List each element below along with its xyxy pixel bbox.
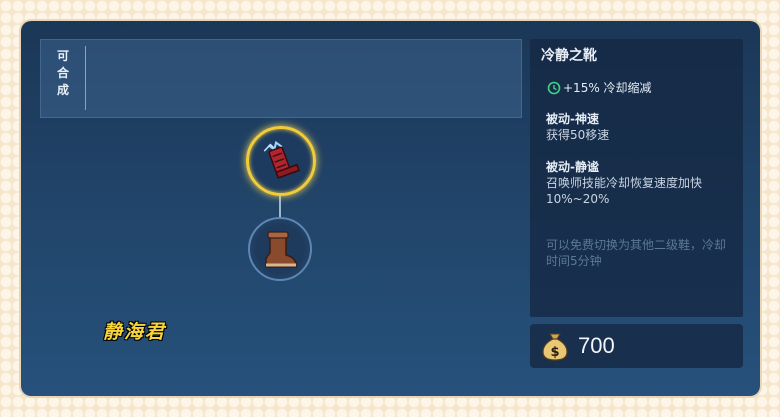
item-info-panel: 冷静之靴 +15% 冷却缩减 被动-神速 获得50移速 被动-静谧 召唤师技能冷… (530, 39, 743, 317)
switch-note: 可以免费切换为其他二级鞋，冷却时间5分钟 (546, 238, 727, 268)
passive-desc: 召唤师技能冷却恢复速度加快 10%~20% (546, 176, 703, 206)
base-item-slot[interactable] (248, 217, 312, 281)
author-watermark: 静海君 (103, 321, 167, 343)
money-bag-icon: $ (542, 333, 568, 361)
craftable-label: 可 合 成 (56, 49, 69, 97)
price-box[interactable]: $ 700 (530, 324, 743, 368)
cooldown-icon (547, 81, 561, 94)
item-detail-panel: 可 合 成 静海君 冷静之靴 +15% 冷却缩减 被动-神速 获得50移速 被动… (21, 21, 760, 396)
craft-divider (85, 46, 86, 110)
passive-name: 被动-神速 (546, 112, 599, 126)
item-name: 冷静之靴 (541, 48, 597, 64)
selected-item-slot[interactable] (246, 126, 316, 196)
stat-row: +15% 冷却缩减 (547, 79, 652, 96)
passive-tranquility: 被动-静谧 召唤师技能冷却恢复速度加快 10%~20% (546, 159, 736, 207)
passive-desc: 获得50移速 (546, 128, 610, 142)
passive-haste: 被动-神速 获得50移速 (546, 111, 609, 143)
passive-name: 被动-静谧 (546, 160, 599, 174)
advanced-boots-icon (263, 140, 300, 179)
craftable-into-bar: 可 合 成 (40, 39, 522, 118)
stat-text: +15% 冷却缩减 (563, 81, 652, 95)
svg-text:$: $ (550, 345, 559, 360)
price-value: 700 (578, 333, 615, 358)
basic-boots-icon (265, 231, 297, 268)
